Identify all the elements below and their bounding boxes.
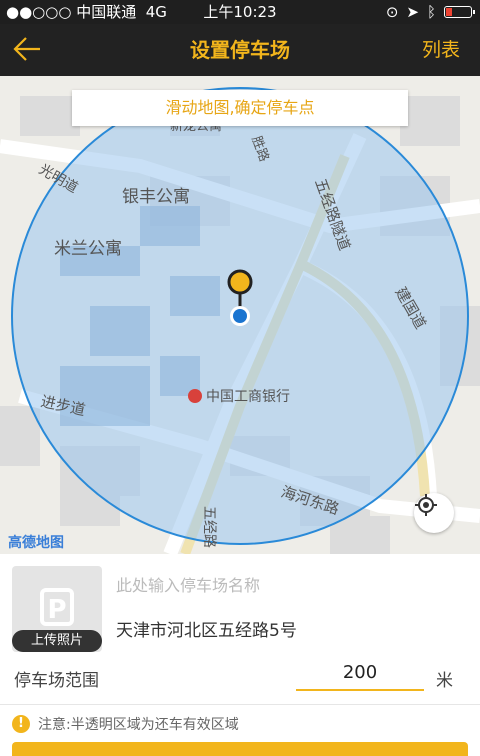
- map-hint: 滑动地图,确定停车点: [72, 90, 408, 126]
- map-canvas[interactable]: 银丰公寓 米兰公寓 中国工商银行 海河东路 进步道 光明道 五经路隧道 建国道 …: [0, 76, 480, 554]
- note: ! 注意:半透明区域为还车有效区域: [12, 714, 239, 734]
- battery-icon: [444, 6, 475, 18]
- list-button[interactable]: 列表: [422, 24, 460, 76]
- crosshair-icon: [415, 494, 437, 516]
- address-text: 天津市河北区五经路5号: [116, 621, 297, 641]
- parking-name-input[interactable]: [116, 576, 466, 595]
- warning-icon: !: [12, 715, 30, 733]
- range-label: 停车场范围: [14, 671, 99, 691]
- label-wujinglu: 五经路: [202, 506, 218, 548]
- upload-photo-label: 上传照片: [12, 630, 102, 652]
- label-milan: 米兰公寓: [54, 239, 122, 258]
- range-unit: 米: [436, 671, 453, 691]
- label-yinfeng: 银丰公寓: [122, 187, 190, 206]
- status-bar: ●●○○○ 中国联通 4G 上午10:23 ⊙ ➤ ᛒ: [0, 0, 480, 24]
- bluetooth-icon: ᛒ: [426, 3, 436, 21]
- map-view[interactable]: 银丰公寓 米兰公寓 中国工商银行 海河东路 进步道 光明道 五经路隧道 建国道 …: [0, 76, 480, 554]
- nav-bar: 设置停车场 列表: [0, 24, 480, 76]
- note-text: 注意:半透明区域为还车有效区域: [38, 717, 239, 733]
- range-input[interactable]: [296, 662, 424, 683]
- divider: [0, 704, 480, 705]
- page-title: 设置停车场: [190, 38, 290, 62]
- gaode-logo: 高德地图: [8, 535, 64, 551]
- range-underline: [296, 689, 424, 691]
- location-arrow-icon: ➤: [406, 3, 419, 21]
- submit-button[interactable]: [12, 742, 468, 756]
- parking-icon: P: [40, 588, 74, 626]
- parking-form: P 上传照片 天津市河北区五经路5号 停车场范围 米 ! 注意:半透明区域为还车…: [0, 554, 480, 756]
- locate-button[interactable]: [414, 493, 454, 533]
- upload-photo-button[interactable]: P 上传照片: [12, 566, 102, 652]
- lock-rotation-icon: ⊙: [385, 3, 399, 21]
- label-icbc: 中国工商银行: [206, 388, 290, 404]
